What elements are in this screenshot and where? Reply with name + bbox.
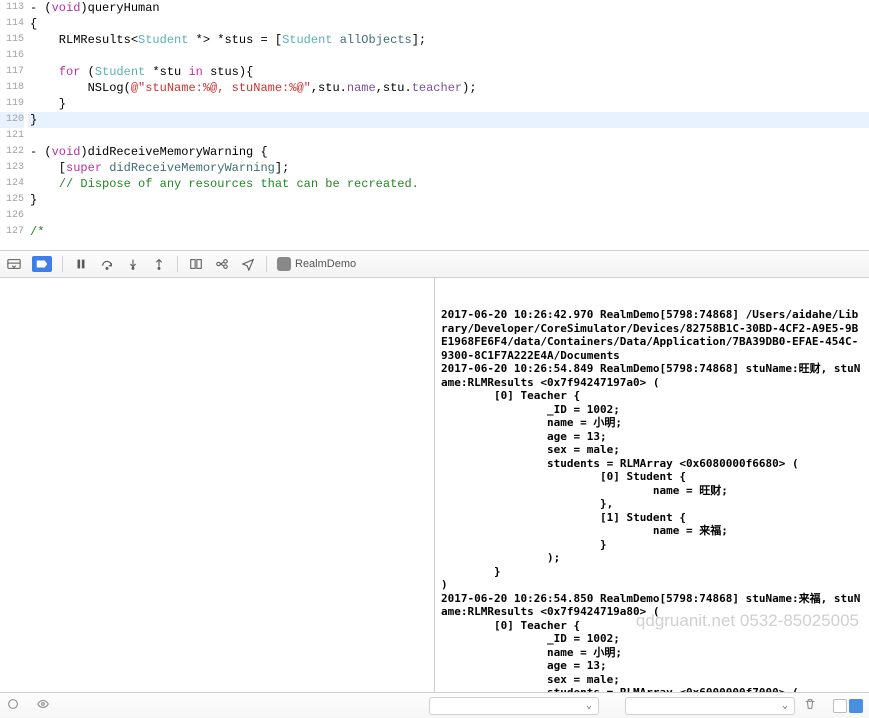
console-line: students = RLMArray <0x6080000f6680> (	[441, 457, 863, 471]
debug-bottom-bar: ⌄ ⌄	[0, 692, 869, 718]
console-toggle-icon[interactable]	[6, 256, 22, 272]
code-line[interactable]: NSLog(@"stuName:%@, stuName:%@",stu.name…	[28, 80, 869, 96]
console-line: 2017-06-20 10:26:42.970 RealmDemo[5798:7…	[441, 308, 863, 362]
code-line[interactable]: - (void)queryHuman	[28, 0, 869, 16]
code-line[interactable]: // Dispose of any resources that can be …	[28, 176, 869, 192]
left-pane-toggle-icon[interactable]	[833, 699, 847, 713]
line-number: 124	[0, 176, 24, 192]
console-line: name = 旺财;	[441, 484, 863, 498]
code-line[interactable]	[28, 208, 869, 224]
line-number: 113	[0, 0, 24, 16]
line-number: 116	[0, 48, 24, 64]
app-icon	[277, 257, 291, 271]
console-line: },	[441, 497, 863, 511]
variables-filter-dropdown[interactable]: ⌄	[429, 697, 599, 715]
line-number: 117	[0, 64, 24, 80]
console-line: 2017-06-20 10:26:54.850 RealmDemo[5798:7…	[441, 592, 863, 619]
code-line[interactable]: {	[28, 16, 869, 32]
line-number: 125	[0, 192, 24, 208]
variables-pane[interactable]	[0, 278, 435, 692]
console-line: 2017-06-20 10:26:54.849 RealmDemo[5798:7…	[441, 362, 863, 389]
breadcrumb[interactable]: RealmDemo	[277, 257, 356, 271]
code-line[interactable]: RLMResults<Student *> *stus = [Student a…	[28, 32, 869, 48]
console-line: age = 13;	[441, 430, 863, 444]
line-number: 127	[0, 224, 24, 240]
debug-view-icon[interactable]	[188, 256, 204, 272]
right-pane-toggle-icon[interactable]	[849, 699, 863, 713]
code-line[interactable]: }	[28, 192, 869, 208]
trash-icon[interactable]	[803, 697, 817, 715]
chevron-down-icon: ⌄	[782, 700, 788, 712]
separator	[177, 256, 178, 272]
code-line[interactable]	[28, 48, 869, 64]
console-line: )	[441, 578, 863, 592]
console-line: sex = male;	[441, 673, 863, 687]
line-gutter: 1131141151161171181191201211221231241251…	[0, 0, 28, 250]
line-number: 126	[0, 208, 24, 224]
code-body[interactable]: - (void)queryHuman{ RLMResults<Student *…	[28, 0, 869, 250]
code-line[interactable]: - (void)didReceiveMemoryWarning {	[28, 144, 869, 160]
console-line: name = 小明;	[441, 416, 863, 430]
console-line: }	[441, 565, 863, 579]
code-line[interactable]: /*	[28, 224, 869, 240]
line-number: 119	[0, 96, 24, 112]
line-number: 120	[0, 112, 24, 128]
line-number: 115	[0, 32, 24, 48]
console-line: sex = male;	[441, 443, 863, 457]
separator	[266, 256, 267, 272]
debug-toolbar: RealmDemo	[0, 250, 869, 278]
console-line: [0] Teacher {	[441, 389, 863, 403]
console-line: name = 来福;	[441, 524, 863, 538]
console-line: name = 小明;	[441, 646, 863, 660]
line-number: 121	[0, 128, 24, 144]
console-filter-dropdown[interactable]: ⌄	[625, 697, 795, 715]
code-line[interactable]	[28, 128, 869, 144]
chevron-down-icon: ⌄	[586, 700, 592, 712]
auto-icon[interactable]	[6, 697, 20, 715]
console-line: [1] Student {	[441, 511, 863, 525]
step-into-icon[interactable]	[125, 256, 141, 272]
step-out-icon[interactable]	[151, 256, 167, 272]
console-line: [0] Student {	[441, 470, 863, 484]
console-line: _ID = 1002;	[441, 403, 863, 417]
console-line: [0] Teacher {	[441, 619, 863, 633]
line-number: 118	[0, 80, 24, 96]
location-icon[interactable]	[240, 256, 256, 272]
console-line: students = RLMArray <0x6000000f7000> (	[441, 686, 863, 692]
console-line: _ID = 1002;	[441, 632, 863, 646]
console-line: }	[441, 538, 863, 552]
code-line[interactable]: [super didReceiveMemoryWarning];	[28, 160, 869, 176]
breadcrumb-label: RealmDemo	[295, 258, 356, 270]
debug-area: 2017-06-20 10:26:42.970 RealmDemo[5798:7…	[0, 278, 869, 692]
console-line: );	[441, 551, 863, 565]
breakpoint-icon[interactable]	[32, 256, 52, 272]
pane-toggle[interactable]	[833, 699, 863, 713]
quicklook-icon[interactable]	[36, 697, 50, 715]
step-over-icon[interactable]	[99, 256, 115, 272]
separator	[62, 256, 63, 272]
code-line[interactable]: }	[28, 112, 869, 128]
code-line[interactable]: }	[28, 96, 869, 112]
memory-graph-icon[interactable]	[214, 256, 230, 272]
code-editor[interactable]: 1131141151161171181191201211221231241251…	[0, 0, 869, 250]
line-number: 114	[0, 16, 24, 32]
console-output[interactable]: 2017-06-20 10:26:42.970 RealmDemo[5798:7…	[435, 278, 869, 692]
pause-icon[interactable]	[73, 256, 89, 272]
console-line: age = 13;	[441, 659, 863, 673]
line-number: 123	[0, 160, 24, 176]
code-line[interactable]: for (Student *stu in stus){	[28, 64, 869, 80]
line-number: 122	[0, 144, 24, 160]
